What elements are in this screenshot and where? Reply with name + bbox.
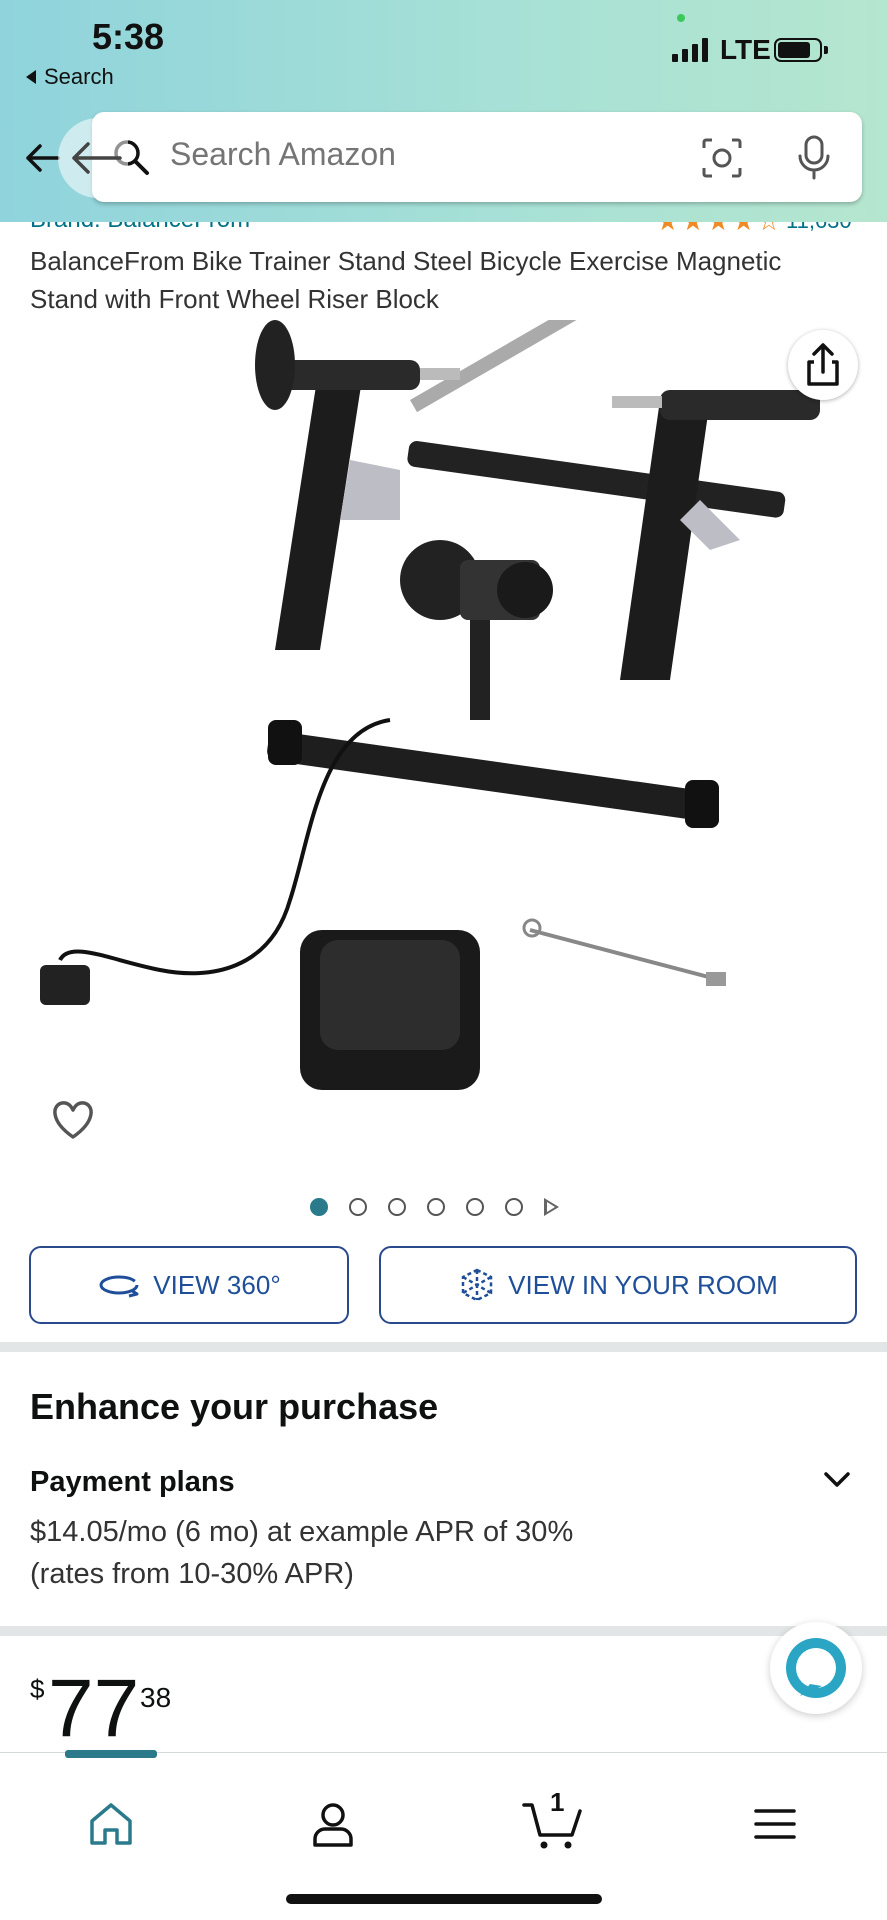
back-arrow-icon[interactable]	[22, 138, 62, 178]
section-divider	[0, 1626, 887, 1636]
home-indicator[interactable]	[286, 1894, 602, 1904]
video-play-icon[interactable]	[544, 1198, 559, 1216]
section-divider	[0, 1342, 887, 1352]
price-fraction: 38	[140, 1682, 172, 1713]
carousel-dot[interactable]	[427, 1198, 445, 1216]
share-icon	[807, 343, 839, 386]
search-input[interactable]	[170, 136, 670, 173]
search-bar[interactable]	[92, 112, 862, 202]
menu-icon[interactable]	[750, 1799, 800, 1849]
privacy-indicator	[677, 14, 685, 22]
top-header: 5:38 Search LTE	[0, 0, 887, 222]
home-icon[interactable]	[86, 1799, 136, 1849]
product-title: BalanceFrom Bike Trainer Stand Steel Bic…	[30, 246, 782, 314]
wishlist-button[interactable]	[40, 1085, 106, 1151]
cart-count: 1	[550, 1787, 565, 1817]
carousel-dot[interactable]	[466, 1198, 484, 1216]
carousel-dot[interactable]	[505, 1198, 523, 1216]
network-label: LTE	[720, 34, 771, 65]
payment-plan-line-1: $14.05/mo (6 mo) at example APR of 30%	[30, 1516, 574, 1548]
battery-icon	[774, 38, 828, 62]
carousel-dot[interactable]	[310, 1198, 328, 1216]
carousel-dot[interactable]	[388, 1198, 406, 1216]
back-app-label: Search	[44, 64, 114, 89]
active-tab-indicator	[65, 1750, 157, 1758]
price-currency: $	[30, 1674, 45, 1704]
image-carousel-indicator[interactable]	[310, 1198, 559, 1216]
signal-icon	[672, 36, 708, 62]
cart-button[interactable]: 1	[522, 1787, 584, 1853]
view-360-label: VIEW 360°	[153, 1269, 281, 1300]
view-in-room-label: VIEW IN YOUR ROOM	[508, 1269, 778, 1300]
carousel-dot[interactable]	[349, 1198, 367, 1216]
alexa-button[interactable]	[770, 1622, 862, 1714]
status-time: 5:38	[92, 16, 165, 57]
rotate-360-icon	[99, 1275, 139, 1298]
alexa-icon	[786, 1638, 846, 1698]
enhance-section-title: Enhance your purchase	[30, 1386, 439, 1427]
camera-search-icon[interactable]	[700, 136, 744, 180]
price-whole: 77	[48, 1663, 140, 1754]
account-icon[interactable]	[308, 1799, 358, 1849]
microphone-icon[interactable]	[796, 134, 832, 182]
product-image[interactable]	[20, 320, 866, 1146]
view-in-room-button[interactable]: VIEW IN YOUR ROOM	[379, 1246, 857, 1324]
share-button[interactable]	[788, 330, 858, 400]
ar-cube-icon	[461, 1268, 493, 1302]
back-triangle-icon	[26, 70, 36, 84]
back-arrow-ghost-icon	[72, 142, 122, 174]
back-swipe-overlay	[58, 118, 128, 198]
payment-plans-title[interactable]: Payment plans	[30, 1466, 235, 1499]
view-360-button[interactable]: VIEW 360°	[29, 1246, 349, 1324]
payment-plan-line-2: (rates from 10-30% APR)	[30, 1558, 354, 1590]
chevron-down-icon[interactable]	[820, 1462, 854, 1496]
back-to-app-link[interactable]: Search	[26, 64, 114, 90]
heart-icon	[53, 1101, 93, 1139]
